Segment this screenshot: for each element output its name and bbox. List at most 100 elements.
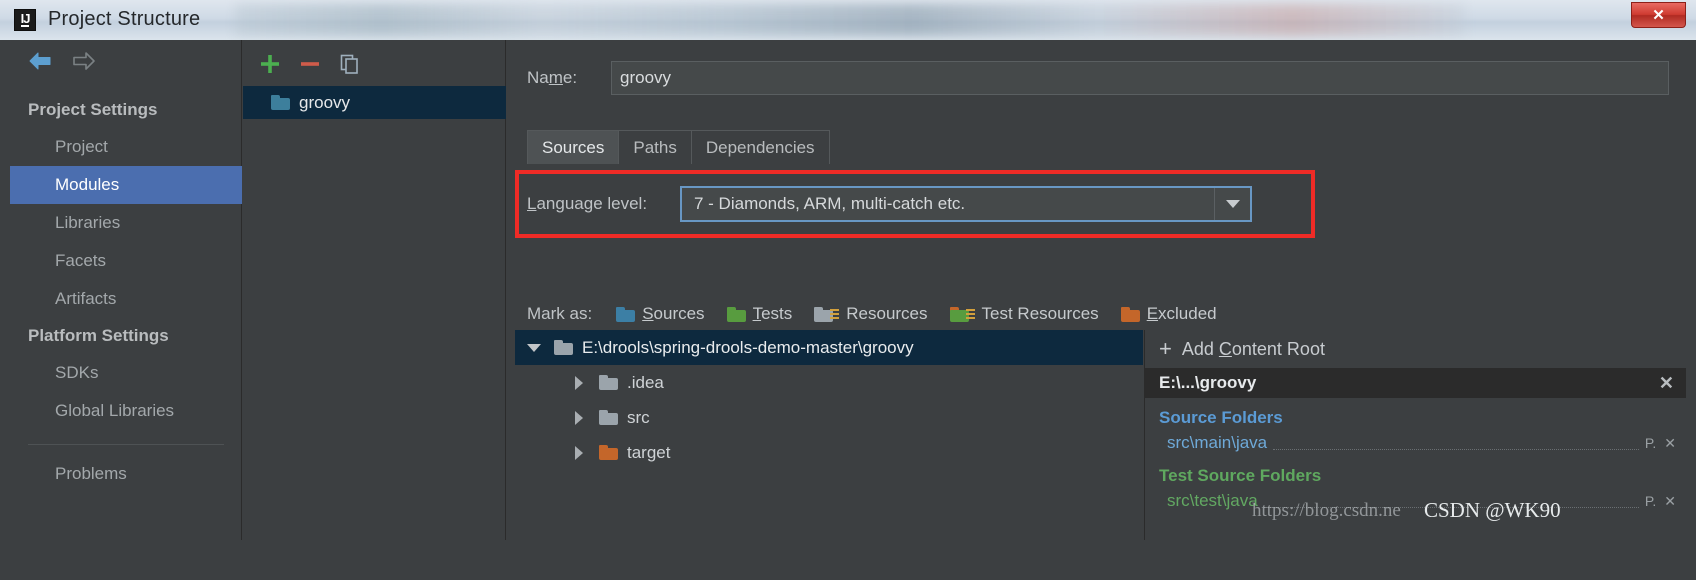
source-folder-actions[interactable]: P. ✕: [1645, 435, 1676, 452]
tree-row[interactable]: .idea: [515, 365, 1143, 400]
content-root-title: E:\...\groovy: [1159, 373, 1257, 392]
mark-as-resources-mnemonic: R: [846, 304, 859, 323]
settings-navigation-list: Project Settings Project Modules Librari…: [10, 92, 242, 493]
sidebar-item-global-libraries[interactable]: Global Libraries: [10, 392, 242, 430]
back-arrow-icon[interactable]: [28, 51, 54, 71]
sidebar-item-sdks[interactable]: SDKs: [10, 354, 242, 392]
mark-as-tests-rest: ests: [761, 304, 793, 323]
forward-arrow-icon: [70, 51, 96, 71]
sidebar-item-project[interactable]: Project: [10, 128, 242, 166]
folder-icon: [599, 410, 618, 425]
name-label-mnemonic: m: [548, 68, 563, 87]
sidebar-item-facets[interactable]: Facets: [10, 242, 242, 280]
source-folders-title: Source Folders: [1159, 408, 1283, 427]
module-list-item-label: groovy: [299, 92, 351, 112]
name-label-part1: Na: [527, 68, 549, 87]
mark-as-excluded-rest: xcluded: [1158, 304, 1217, 323]
content-root-tree: E:\drools\spring-drools-demo-master\groo…: [515, 330, 1143, 540]
mark-as-sources-button[interactable]: Sources: [616, 304, 705, 324]
tree-row[interactable]: E:\drools\spring-drools-demo-master\groo…: [515, 330, 1143, 365]
folder-resources-icon: [814, 306, 840, 322]
source-folder-row[interactable]: src\main\java P. ✕: [1145, 430, 1686, 456]
chevron-down-icon: [1225, 200, 1240, 208]
modules-toolbar: [243, 40, 506, 86]
language-level-row: Language level: 7 - Diamonds, ARM, multi…: [527, 185, 1267, 223]
modules-list: groovy: [243, 86, 506, 119]
folder-test-resources-icon: [949, 306, 975, 322]
mark-as-test-resources-button[interactable]: Test Resources: [949, 304, 1099, 324]
close-icon[interactable]: ✕: [1659, 374, 1674, 392]
remove-source-folder-button[interactable]: ✕: [1664, 435, 1676, 452]
test-source-folder-row[interactable]: src\test\java P. ✕: [1145, 488, 1686, 514]
module-name-input[interactable]: [611, 61, 1669, 95]
test-resource-lines-icon: [965, 308, 975, 322]
language-level-combobox[interactable]: 7 - Diamonds, ARM, multi-catch etc.: [680, 186, 1252, 222]
tree-twisty-collapsed-icon[interactable]: [568, 375, 590, 390]
copy-icon[interactable]: [335, 50, 365, 78]
modules-panel: groovy: [243, 40, 506, 540]
mark-as-resources-button[interactable]: Resources: [814, 304, 928, 324]
tree-row[interactable]: target: [515, 435, 1143, 470]
module-folder-icon: [271, 95, 290, 110]
module-tabs: Sources Paths Dependencies: [527, 128, 830, 164]
mark-as-test-resources-mnemonic: T: [981, 304, 991, 323]
module-list-item-groovy[interactable]: groovy: [243, 86, 506, 119]
tree-twisty-collapsed-icon[interactable]: [568, 410, 590, 425]
folder-sources-icon: [616, 306, 636, 322]
sidebar-item-artifacts[interactable]: Artifacts: [10, 280, 242, 318]
project-structure-dialog: IJ Project Structure ✕ Project Settings …: [0, 0, 1696, 580]
nav-group-project-settings: Project Settings: [28, 100, 158, 119]
remove-test-source-folder-button[interactable]: ✕: [1664, 493, 1676, 510]
add-content-root-mnemonic: C: [1218, 338, 1232, 359]
add-module-button[interactable]: [255, 50, 285, 78]
row-dotted-separator: [1273, 437, 1639, 450]
package-prefix-button[interactable]: P.: [1645, 435, 1656, 452]
mark-as-sources-label: Sources: [642, 304, 704, 324]
mark-as-excluded-label: Excluded: [1147, 304, 1217, 324]
name-label-part2: e:: [562, 68, 578, 87]
tree-row-label: E:\drools\spring-drools-demo-master\groo…: [582, 337, 914, 357]
tree-row-label: src: [627, 407, 650, 427]
sidebar-item-problems[interactable]: Problems: [10, 455, 242, 493]
add-content-root-label-part2: ontent Root: [1231, 338, 1325, 359]
test-source-folder-actions[interactable]: P. ✕: [1645, 493, 1676, 510]
add-content-root-button[interactable]: + Add Content Root: [1145, 330, 1686, 368]
mark-as-sources-rest: ources: [653, 304, 705, 323]
module-name-label: Name:: [527, 68, 611, 88]
mark-as-test-resources-rest: est Resources: [990, 304, 1099, 323]
nav-group-platform-settings: Platform Settings: [28, 326, 169, 345]
remove-module-button[interactable]: [295, 50, 325, 78]
window-close-button[interactable]: ✕: [1631, 2, 1686, 28]
content-roots-panel: + Add Content Root E:\...\groovy ✕ Sourc…: [1144, 330, 1686, 540]
tree-twisty-collapsed-icon[interactable]: [568, 445, 590, 460]
mark-as-tests-mnemonic: T: [752, 304, 762, 323]
dialog-body: Project Settings Project Modules Librari…: [10, 40, 1686, 540]
language-level-label: Language level:: [527, 194, 680, 214]
folder-icon: [599, 375, 618, 390]
folder-tests-icon: [726, 306, 746, 322]
watermark-author: CSDN @WK90: [1424, 498, 1561, 522]
tree-row-label: target: [627, 442, 671, 462]
mark-as-test-resources-label: Test Resources: [982, 304, 1099, 324]
language-level-dropdown-button[interactable]: [1214, 188, 1250, 220]
resource-lines-icon: [830, 308, 840, 322]
sidebar-item-libraries[interactable]: Libraries: [10, 204, 242, 242]
module-name-row: Name:: [527, 60, 1669, 96]
package-prefix-button[interactable]: P.: [1645, 493, 1656, 510]
language-level-value: 7 - Diamonds, ARM, multi-catch etc.: [694, 194, 966, 213]
tab-paths[interactable]: Paths: [618, 130, 692, 164]
tree-row[interactable]: src: [515, 400, 1143, 435]
folder-icon: [554, 340, 573, 355]
tab-dependencies[interactable]: Dependencies: [690, 130, 830, 164]
intellij-logo-icon: IJ: [14, 9, 36, 31]
settings-navigation-panel: Project Settings Project Modules Librari…: [10, 40, 242, 540]
sidebar-item-modules[interactable]: Modules: [10, 166, 242, 204]
window-title-bar: IJ Project Structure ✕: [0, 0, 1696, 40]
mark-as-excluded-button[interactable]: Excluded: [1120, 304, 1217, 324]
content-root-header[interactable]: E:\...\groovy ✕: [1145, 368, 1686, 398]
test-source-folders-title: Test Source Folders: [1159, 466, 1322, 485]
tab-sources[interactable]: Sources: [527, 130, 620, 164]
add-content-root-label: Add Content Root: [1182, 339, 1325, 360]
tree-twisty-expanded-icon[interactable]: [523, 343, 545, 352]
mark-as-tests-button[interactable]: Tests: [726, 304, 793, 324]
